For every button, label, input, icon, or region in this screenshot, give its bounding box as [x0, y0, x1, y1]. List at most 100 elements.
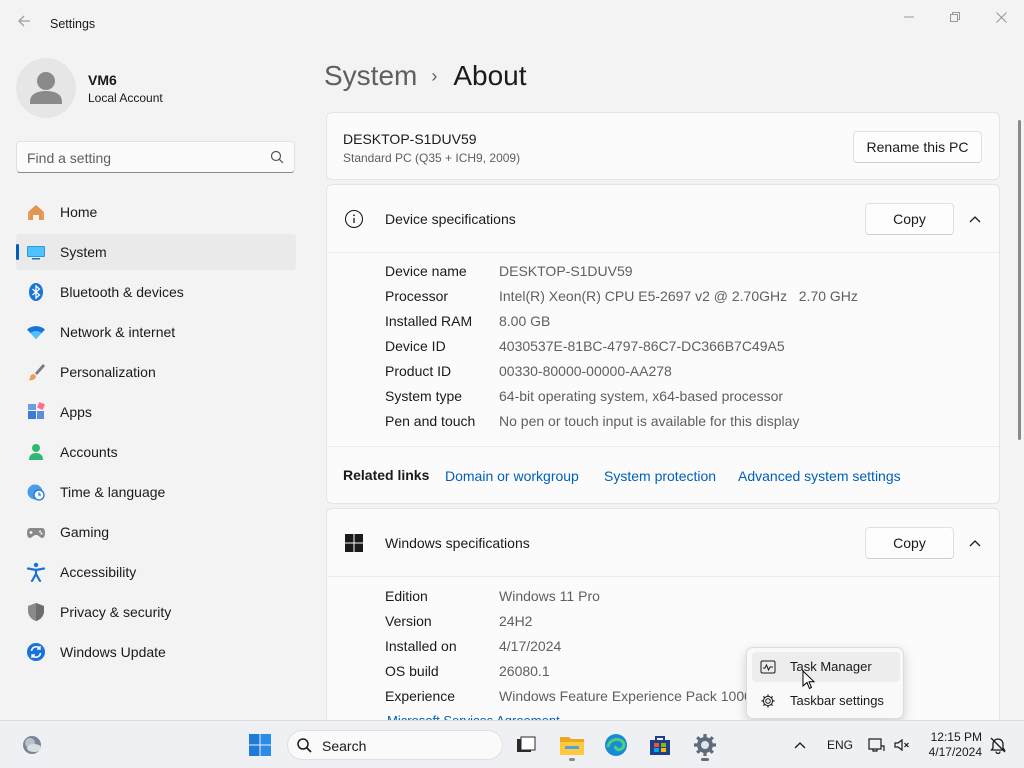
- spec-value: 4030537E-81BC-4797-86C7-DC366B7C49A5: [499, 338, 785, 354]
- page-title: About: [453, 60, 527, 91]
- restore-icon: [950, 12, 960, 22]
- menu-item-taskbar-settings[interactable]: Taskbar settings: [752, 686, 900, 716]
- system-protection-link[interactable]: System protection: [604, 468, 716, 484]
- spec-value: 8.00 GB: [499, 313, 551, 329]
- device-specifications-header[interactable]: Device specifications Copy: [327, 185, 999, 253]
- user-profile[interactable]: VM6 Local Account: [16, 58, 296, 118]
- related-links: Related links Domain or workgroup System…: [327, 446, 999, 504]
- sidebar-item-windows-update[interactable]: Windows Update: [16, 634, 296, 670]
- bluetooth-icon: [26, 282, 46, 302]
- system-icon: [26, 242, 46, 262]
- breadcrumb-separator: ›: [431, 65, 438, 86]
- sidebar-item-label: Accounts: [60, 444, 118, 460]
- spec-value: 24H2: [499, 613, 533, 629]
- sidebar-item-bluetooth[interactable]: Bluetooth & devices: [16, 274, 296, 310]
- settings-search[interactable]: [16, 141, 295, 173]
- volume-button[interactable]: [884, 727, 920, 763]
- store-button[interactable]: [642, 727, 678, 763]
- spec-value: No pen or touch input is available for t…: [499, 413, 800, 429]
- sidebar-item-label: Time & language: [60, 484, 166, 500]
- clock-time: 12:15 PM: [930, 730, 982, 744]
- profile-account-type: Local Account: [88, 91, 163, 105]
- spec-key: Version: [385, 613, 432, 629]
- spec-value: Windows Feature Experience Pack 1000.2: [499, 688, 764, 704]
- search-input[interactable]: [27, 148, 257, 168]
- rename-pc-button[interactable]: Rename this PC: [853, 131, 982, 163]
- weather-icon: [23, 736, 41, 754]
- windows-specifications-header[interactable]: Windows specifications Copy: [327, 509, 999, 577]
- pc-model: Standard PC (Q35 + ICH9, 2009): [343, 151, 521, 165]
- sidebar-nav: Home System Bluetooth & devices Network …: [16, 194, 296, 674]
- windows-logo-icon: [249, 734, 271, 756]
- system-clock[interactable]: 12:15 PM 4/17/2024: [920, 730, 982, 760]
- section-title: Windows specifications: [385, 535, 530, 551]
- close-button[interactable]: [978, 4, 1024, 30]
- sidebar-item-time-language[interactable]: Time & language: [16, 474, 296, 510]
- accessibility-icon: [26, 562, 46, 582]
- folder-icon: [560, 737, 584, 755]
- sidebar-item-label: Home: [60, 204, 98, 220]
- scrollbar-thumb[interactable]: [1018, 120, 1021, 440]
- close-icon: [995, 11, 1007, 23]
- spec-key: Installed on: [385, 638, 457, 654]
- advanced-system-settings-link[interactable]: Advanced system settings: [738, 468, 901, 484]
- running-indicator: [569, 758, 575, 761]
- back-button[interactable]: [10, 10, 38, 38]
- start-button[interactable]: [242, 727, 278, 763]
- widgets-button[interactable]: [14, 727, 50, 763]
- notifications-button[interactable]: [980, 727, 1016, 763]
- sidebar-item-label: Bluetooth & devices: [60, 284, 184, 300]
- language-indicator[interactable]: ENG: [827, 738, 853, 752]
- taskbar: Search ENG 12:15 PM 4/17/2024: [0, 720, 1024, 768]
- sidebar-item-home[interactable]: Home: [16, 194, 296, 230]
- minimize-button[interactable]: [886, 4, 932, 30]
- avatar: [16, 58, 76, 118]
- chevron-up-icon[interactable]: [965, 535, 985, 551]
- edge-button[interactable]: [598, 727, 634, 763]
- settings-app-button[interactable]: [687, 727, 723, 763]
- file-explorer-button[interactable]: [554, 727, 590, 763]
- sidebar-item-label: Gaming: [60, 524, 110, 540]
- store-icon: [650, 736, 670, 755]
- sidebar-item-gaming[interactable]: Gaming: [16, 514, 296, 550]
- sidebar-item-personalization[interactable]: Personalization: [16, 354, 296, 390]
- spec-key: Device ID: [385, 338, 446, 354]
- sidebar-item-accounts[interactable]: Accounts: [16, 434, 296, 470]
- task-view-button[interactable]: [508, 727, 544, 763]
- sidebar-item-label: Privacy & security: [60, 604, 172, 620]
- spec-value: Intel(R) Xeon(R) CPU E5-2697 v2 @ 2.70GH…: [499, 288, 858, 304]
- restore-button[interactable]: [932, 4, 978, 30]
- running-indicator: [701, 758, 709, 761]
- search-icon[interactable]: [270, 150, 284, 169]
- breadcrumb-parent-link[interactable]: System: [324, 60, 417, 92]
- apps-icon: [26, 402, 46, 422]
- spec-value: 64-bit operating system, x64-based proce…: [499, 388, 784, 404]
- chevron-up-icon[interactable]: [965, 211, 985, 227]
- wifi-icon: [26, 322, 46, 342]
- notification-bell-icon: [990, 737, 1006, 754]
- taskbar-search-label: Search: [322, 738, 367, 754]
- app-title: Settings: [50, 17, 96, 31]
- sidebar-item-label: Personalization: [60, 364, 156, 380]
- spec-key: Product ID: [385, 363, 452, 379]
- sidebar-item-apps[interactable]: Apps: [16, 394, 296, 430]
- taskbar-search[interactable]: Search: [287, 730, 503, 760]
- globe-clock-icon: [26, 482, 46, 502]
- menu-item-task-manager[interactable]: Task Manager: [752, 652, 900, 682]
- pc-name-card: DESKTOP-S1DUV59 Standard PC (Q35 + ICH9,…: [326, 112, 1000, 180]
- copy-device-specs-button[interactable]: Copy: [865, 203, 954, 235]
- sidebar-item-privacy[interactable]: Privacy & security: [16, 594, 296, 630]
- copy-windows-specs-button[interactable]: Copy: [865, 527, 954, 559]
- gear-icon: [694, 734, 716, 756]
- show-hidden-icons-button[interactable]: [782, 727, 818, 763]
- sidebar-item-accessibility[interactable]: Accessibility: [16, 554, 296, 590]
- sidebar-item-network[interactable]: Network & internet: [16, 314, 296, 350]
- pc-name: DESKTOP-S1DUV59: [343, 131, 477, 147]
- section-title: Device specifications: [385, 211, 516, 227]
- chevron-up-icon: [794, 742, 806, 749]
- device-specifications-card: Device specifications Copy Device name DE…: [326, 184, 1000, 504]
- spec-value: 4/17/2024: [499, 638, 562, 654]
- sidebar-item-system[interactable]: System: [16, 234, 296, 270]
- home-icon: [26, 202, 46, 222]
- domain-workgroup-link[interactable]: Domain or workgroup: [445, 468, 579, 484]
